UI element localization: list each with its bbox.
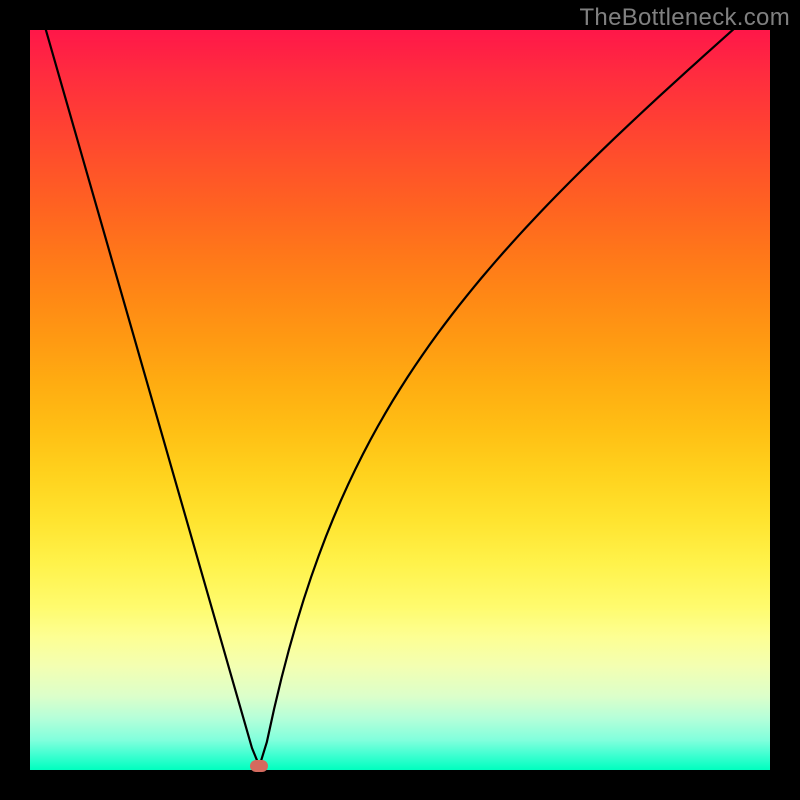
chart-plot-area [30, 30, 770, 770]
attribution-label: TheBottleneck.com [579, 4, 790, 32]
optimum-marker [250, 760, 268, 772]
chart-outer-frame: TheBottleneck.com [0, 0, 800, 800]
bottleneck-curve [30, 30, 770, 770]
